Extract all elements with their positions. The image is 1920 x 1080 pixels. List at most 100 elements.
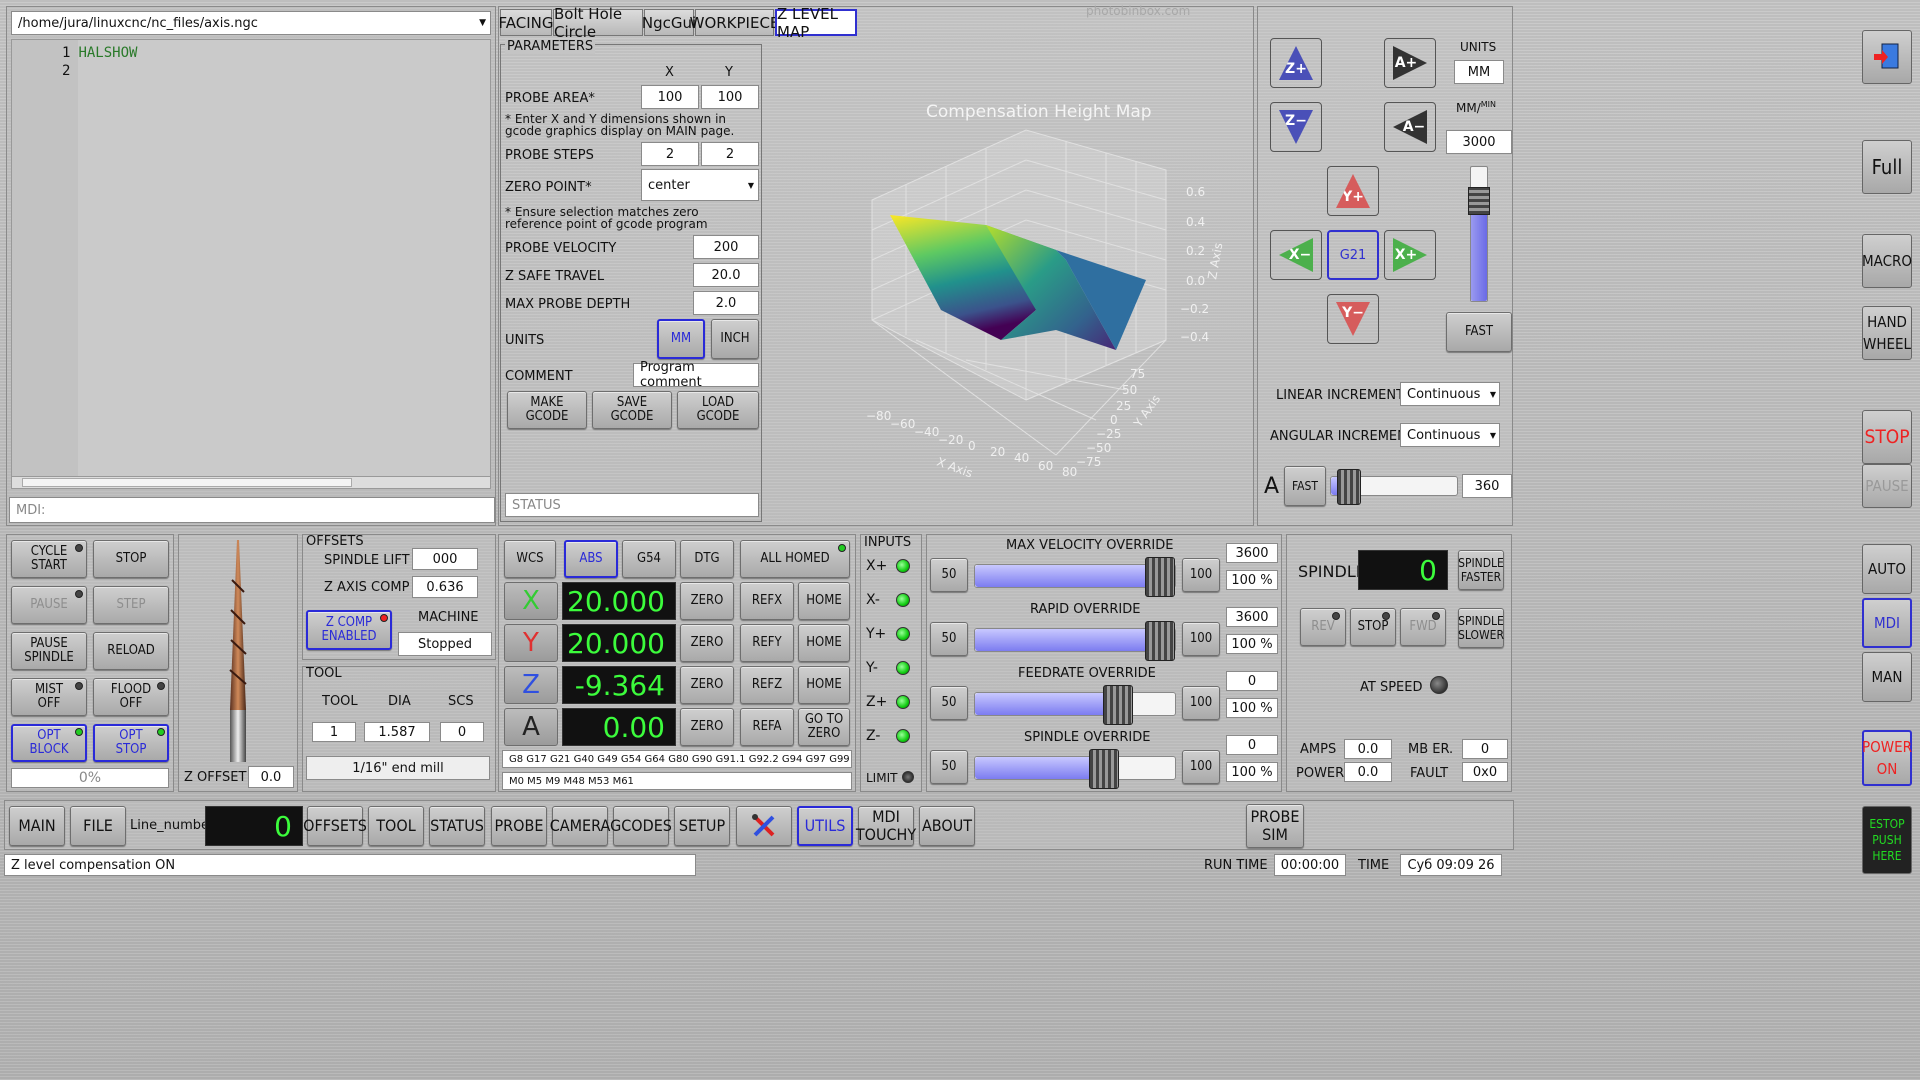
x-axis-button[interactable]: X <box>504 582 558 620</box>
probe-area-y-input[interactable]: 100 <box>701 85 759 109</box>
refx-button[interactable]: REFX <box>740 582 794 620</box>
file-path-combo[interactable]: /home/jura/linuxcnc/nc_files/axis.ngc ▼ <box>11 11 491 35</box>
program-step-button[interactable]: STEP <box>93 586 169 624</box>
z-axis-button[interactable]: Z <box>504 666 558 704</box>
angular-increment-select[interactable]: Continuous ▼ <box>1400 423 1500 447</box>
man-button[interactable]: MAN <box>1862 652 1912 702</box>
override-50-button[interactable]: 50 <box>930 686 968 720</box>
mdi-button[interactable]: MDI <box>1862 598 1912 648</box>
mdi-input[interactable]: MDI: <box>9 497 495 523</box>
zero-z-button[interactable]: ZERO <box>680 666 734 704</box>
home-y-button[interactable]: HOME <box>798 624 850 662</box>
probe-area-x-input[interactable]: 100 <box>641 85 699 109</box>
about-button[interactable]: ABOUT <box>919 806 975 846</box>
setup-button[interactable]: SETUP <box>674 806 730 846</box>
override-value[interactable]: 3600 <box>1226 607 1278 627</box>
gcodes-button[interactable]: GCODES <box>610 806 672 846</box>
utils-button[interactable]: UTILS <box>797 806 853 846</box>
tab-ngcgui[interactable]: NgcGui <box>642 9 696 36</box>
handwheel-button[interactable]: HAND WHEEL <box>1862 306 1912 360</box>
override-100-button[interactable]: 100 <box>1182 686 1220 720</box>
probe-button[interactable]: PROBE <box>491 806 547 846</box>
z-comp-enabled-button[interactable]: Z COMP ENABLED <box>306 610 392 650</box>
estop-button[interactable]: ESTOP PUSH HERE <box>1862 806 1912 874</box>
stop-button[interactable]: STOP <box>1862 410 1912 464</box>
all-homed-button[interactable]: ALL HOMED <box>740 540 850 578</box>
full-button[interactable]: Full <box>1862 140 1912 194</box>
a-jog-slider[interactable] <box>1330 469 1458 505</box>
slider-knob[interactable] <box>1089 749 1119 789</box>
save-gcode-button[interactable]: SAVE GCODE <box>592 391 672 429</box>
probe-steps-x-input[interactable]: 2 <box>641 142 699 166</box>
exit-button[interactable] <box>1862 30 1912 84</box>
override-value[interactable]: 3600 <box>1226 543 1278 563</box>
override-100-button[interactable]: 100 <box>1182 750 1220 784</box>
mdi-touchy-button[interactable]: MDI TOUCHY <box>856 806 916 846</box>
tab-facing[interactable]: FACING <box>499 9 554 36</box>
tab-workpiece[interactable]: WORKPIECE <box>690 9 779 36</box>
status-button[interactable]: STATUS <box>429 806 485 846</box>
tool-button[interactable]: TOOL <box>368 806 424 846</box>
jog-rate-field[interactable]: 3000 <box>1446 130 1512 154</box>
load-gcode-button[interactable]: LOAD GCODE <box>677 391 759 429</box>
jog-z-minus-button[interactable]: Z− <box>1270 102 1322 152</box>
probe-velocity-input[interactable]: 200 <box>693 235 759 259</box>
refy-button[interactable]: REFY <box>740 624 794 662</box>
jog-a-plus-button[interactable]: A+ <box>1384 38 1436 88</box>
macro-button[interactable]: MACRO <box>1862 234 1912 288</box>
max-probe-depth-input[interactable]: 2.0 <box>693 291 759 315</box>
jog-z-plus-button[interactable]: Z+ <box>1270 38 1322 88</box>
spindle-faster-button[interactable]: SPINDLE FASTER <box>1458 550 1504 590</box>
camera-button[interactable]: CAMERA <box>550 806 610 846</box>
units-mm-button[interactable]: MM <box>657 319 705 359</box>
override-100-button[interactable]: 100 <box>1182 622 1220 656</box>
y-axis-button[interactable]: Y <box>504 624 558 662</box>
zero-a-button[interactable]: ZERO <box>680 708 734 746</box>
jog-y-minus-button[interactable]: Y− <box>1327 294 1379 344</box>
override-value[interactable]: 0 <box>1226 671 1278 691</box>
horizontal-scrollbar[interactable] <box>12 476 490 488</box>
slider-knob[interactable] <box>1145 621 1175 661</box>
jog-y-plus-button[interactable]: Y+ <box>1327 166 1379 216</box>
reload-button[interactable]: RELOAD <box>93 632 169 670</box>
units-inch-button[interactable]: INCH <box>711 319 759 359</box>
code-editor[interactable]: 1 HALSHOW 2 <box>11 39 491 489</box>
jog-x-minus-button[interactable]: X− <box>1270 230 1322 280</box>
comment-input[interactable]: Program comment <box>633 360 759 390</box>
override-50-button[interactable]: 50 <box>930 750 968 784</box>
a-axis-button[interactable]: A <box>504 708 558 746</box>
home-z-button[interactable]: HOME <box>798 666 850 704</box>
slider-knob[interactable] <box>1337 469 1361 505</box>
rapid-slider[interactable] <box>974 621 1176 661</box>
zero-point-select[interactable]: center ▼ <box>641 169 759 201</box>
refz-button[interactable]: REFZ <box>740 666 794 704</box>
dtg-button[interactable]: DTG <box>680 540 734 578</box>
linear-increment-select[interactable]: Continuous ▼ <box>1400 382 1500 406</box>
a-jog-value[interactable]: 360 <box>1462 474 1512 498</box>
offsets-button[interactable]: OFFSETS <box>303 806 367 846</box>
zero-x-button[interactable]: ZERO <box>680 582 734 620</box>
program-stop-button[interactable]: STOP <box>93 540 169 578</box>
wcs-button[interactable]: WCS <box>504 540 556 578</box>
override-50-button[interactable]: 50 <box>930 622 968 656</box>
spindle-override-slider[interactable] <box>974 749 1176 789</box>
probe-sim-button[interactable]: PROBE SIM <box>1246 804 1304 848</box>
auto-button[interactable]: AUTO <box>1862 544 1912 594</box>
g21-button[interactable]: G21 <box>1327 230 1379 280</box>
g54-button[interactable]: G54 <box>622 540 676 578</box>
pause-button[interactable]: PAUSE <box>1862 464 1912 508</box>
jog-a-minus-button[interactable]: A− <box>1384 102 1436 152</box>
main-button[interactable]: MAIN <box>9 806 65 846</box>
slider-knob[interactable] <box>1145 557 1175 597</box>
tools-button[interactable] <box>736 806 792 846</box>
abs-button[interactable]: ABS <box>564 540 618 578</box>
pause-spindle-button[interactable]: PAUSE SPINDLE <box>11 632 87 670</box>
slider-knob[interactable] <box>1103 685 1133 725</box>
jog-x-plus-button[interactable]: X+ <box>1384 230 1436 280</box>
home-x-button[interactable]: HOME <box>798 582 850 620</box>
override-50-button[interactable]: 50 <box>930 558 968 592</box>
probe-steps-y-input[interactable]: 2 <box>701 142 759 166</box>
file-button[interactable]: FILE <box>70 806 126 846</box>
make-gcode-button[interactable]: MAKE GCODE <box>507 391 587 429</box>
refa-button[interactable]: REFA <box>740 708 794 746</box>
